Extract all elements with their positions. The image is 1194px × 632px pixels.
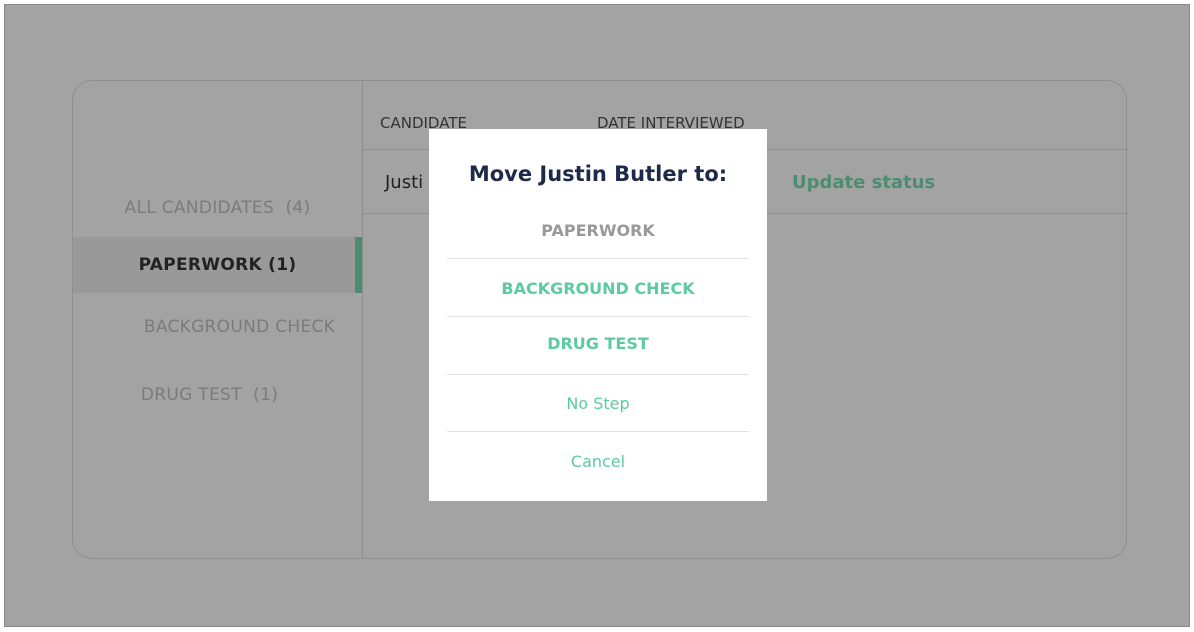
active-indicator xyxy=(355,237,362,293)
sidebar-item-paperwork[interactable]: PAPERWORK (1) xyxy=(73,237,362,293)
cancel-button[interactable]: Cancel xyxy=(447,452,749,471)
sidebar-item-label: DRUG TEST (1) xyxy=(140,385,279,405)
option-background-check[interactable]: BACKGROUND CHECK xyxy=(447,279,749,298)
modal-title: Move Justin Butler to: xyxy=(468,162,728,186)
candidate-name: Justi xyxy=(385,172,424,193)
option-no-step[interactable]: No Step xyxy=(447,394,749,413)
separator xyxy=(447,258,749,259)
update-status-link[interactable]: Update status xyxy=(792,172,935,193)
separator xyxy=(447,431,749,432)
sidebar-item-label: BACKGROUND CHECK xyxy=(143,317,336,337)
sidebar-item-label: PAPERWORK (1) xyxy=(138,255,297,275)
sidebar-item-background-check[interactable]: BACKGROUND CHECK xyxy=(95,299,384,355)
move-candidate-modal: Move Justin Butler to: PAPERWORK BACKGRO… xyxy=(429,129,767,501)
sidebar-item-all-candidates[interactable]: ALL CANDIDATES (4) xyxy=(73,180,362,236)
sidebar-item-drug-test[interactable]: DRUG TEST (1) xyxy=(65,367,354,423)
separator xyxy=(447,374,749,375)
option-paperwork: PAPERWORK xyxy=(541,221,655,240)
separator xyxy=(447,316,749,317)
option-drug-test[interactable]: DRUG TEST xyxy=(447,334,749,353)
sidebar-item-label: ALL CANDIDATES (4) xyxy=(124,198,311,218)
